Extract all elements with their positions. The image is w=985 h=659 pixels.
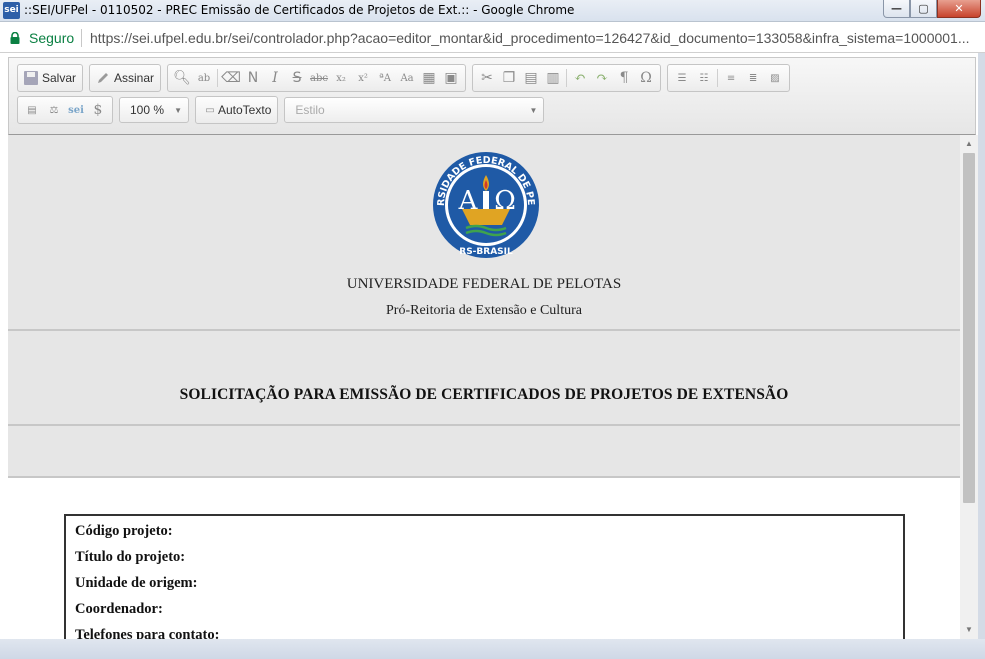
save-label: Salvar [42,71,77,85]
chevron-down-icon: ▼ [529,105,538,115]
minimize-button[interactable]: — [883,0,910,18]
strike-icon[interactable]: S [286,67,308,89]
pen-icon [98,73,109,83]
table-icon[interactable]: ▦ [418,67,440,89]
list-group: ☰ ☷ ≡ ≣ ▨ [667,64,791,92]
citation-icon[interactable]: ⚖ [43,99,65,121]
sign-label: Assinar [114,71,155,85]
template-icon[interactable]: ▤ [21,99,43,121]
editor-toolbar: Salvar Assinar 🔍︎ ab ⌫ N I S abc x₂ x² ª… [8,57,976,135]
clipboard-group: ✂ ❐ ▤ ▥ ↶ ↷ ¶ Ω [472,64,662,92]
window-title-bar: sei ::SEI/UFPel - 0110502 - PREC Emissão… [0,0,985,22]
pilcrow-icon[interactable]: ¶ [613,67,635,89]
cut-icon[interactable]: ✂ [476,67,498,89]
scroll-up-arrow-icon[interactable]: ▲ [964,139,974,149]
field-origin-unit: Unidade de origem: [75,575,198,591]
text-color-icon[interactable]: ▣ [440,67,462,89]
department-name: Pró-Reitoria de Extensão e Cultura [386,303,582,318]
ufpel-emblem: UNIVERSIDADE FEDERAL DE PELOTAS RS-BRASI… [432,149,539,258]
separator [717,69,719,87]
url-field[interactable]: https://sei.ufpel.edu.br/sei/controlador… [90,30,980,46]
sei-app-icon: sei [3,2,20,19]
sign-group: Assinar [89,64,162,92]
zoom-value: 100 % [130,103,165,117]
undo-icon[interactable]: ↶ [569,67,591,89]
numbered-list-icon[interactable]: ☰ [671,67,693,89]
toolbar-row-2: ▤ ⚖ sei $ 100 % ▼ ▭ AutoTexto Estilo ▼ [17,96,545,124]
field-coordinator: Coordenador: [75,601,163,617]
find-icon[interactable]: 🔍︎ [171,67,193,89]
omega-icon[interactable]: Ω [635,67,657,89]
bulleted-list-icon[interactable]: ☷ [693,67,715,89]
scroll-thumb[interactable] [963,153,975,503]
italic-icon[interactable]: I [264,67,286,89]
right-frame [978,53,985,659]
window-title: ::SEI/UFPel - 0110502 - PREC Emissão de … [24,3,575,17]
image-icon[interactable]: ▨ [764,67,786,89]
lowercase-icon[interactable]: Aa [396,67,418,89]
paste-icon[interactable]: ▤ [520,67,542,89]
save-disk-icon [24,71,38,85]
zoom-select[interactable]: 100 % ▼ [119,97,189,123]
paste-word-icon[interactable]: ▥ [542,67,564,89]
window-controls: — ▢ ✕ [883,0,981,18]
uppercase-icon[interactable]: ªA [374,67,396,89]
autotext-button[interactable]: ▭ AutoTexto [199,98,274,122]
document-area[interactable]: UNIVERSIDADE FEDERAL DE PELOTAS RS-BRASI… [8,135,960,639]
university-name: UNIVERSIDADE FEDERAL DE PELOTAS [346,276,622,292]
document-header: UNIVERSIDADE FEDERAL DE PELOTAS RS-BRASI… [8,135,960,331]
style-placeholder: Estilo [295,103,325,117]
vertical-scrollbar[interactable]: ▲ ▼ [960,135,978,639]
separator [217,69,219,87]
secure-label[interactable]: Seguro [29,30,74,46]
speech-bubble-icon: ▭ [205,104,215,116]
document-title: SOLICITAÇÃO PARA EMISSÃO DE CERTIFICADOS… [179,386,789,403]
scroll-down-arrow-icon[interactable]: ▼ [964,625,974,635]
style-select[interactable]: Estilo ▼ [284,97,545,123]
autotext-label: AutoTexto [218,103,272,117]
address-separator [81,29,82,47]
superscript-icon[interactable]: x² [352,67,374,89]
svg-text:RS-BRASIL: RS-BRASIL [459,247,513,257]
formatting-group: 🔍︎ ab ⌫ N I S abc x₂ x² ªA Aa ▦ ▣ [167,64,467,92]
outdent-icon[interactable]: ≡ [720,67,742,89]
left-frame [0,53,8,639]
sei-link-icon[interactable]: sei [65,99,87,121]
project-info-box[interactable]: Código projeto: Título do projeto: Unida… [64,514,905,639]
close-button[interactable]: ✕ [937,0,981,18]
copy-icon[interactable]: ❐ [498,67,520,89]
maximize-button[interactable]: ▢ [910,0,937,18]
empty-band [8,426,960,478]
save-button[interactable]: Salvar [21,66,79,90]
sign-button[interactable]: Assinar [93,66,157,90]
bottom-frame [0,639,985,659]
eraser-icon[interactable]: ⌫ [220,67,242,89]
autotext-group: ▭ AutoTexto [195,96,279,124]
replace-icon[interactable]: ab [193,67,215,89]
subscript-icon[interactable]: x₂ [330,67,352,89]
extra-tools-group: ▤ ⚖ sei $ [17,96,113,124]
field-project-code: Código projeto: [75,523,173,539]
toolbar-row-1: Salvar Assinar 🔍︎ ab ⌫ N I S abc x₂ x² ª… [17,64,796,92]
field-project-title: Título do projeto: [75,549,186,565]
redo-icon[interactable]: ↷ [591,67,613,89]
address-bar[interactable]: Seguro https://sei.ufpel.edu.br/sei/cont… [0,22,985,53]
chevron-down-icon: ▼ [174,105,182,115]
field-contact-phones: Telefones para contato: [75,627,220,639]
separator [566,69,568,87]
title-band: SOLICITAÇÃO PARA EMISSÃO DE CERTIFICADOS… [8,331,960,426]
lock-icon [10,32,20,44]
strikethrough-abc-icon[interactable]: abc [308,67,330,89]
dollar-icon[interactable]: $ [87,99,109,121]
indent-icon[interactable]: ≣ [742,67,764,89]
save-group: Salvar [17,64,84,92]
bold-icon[interactable]: N [242,67,264,89]
